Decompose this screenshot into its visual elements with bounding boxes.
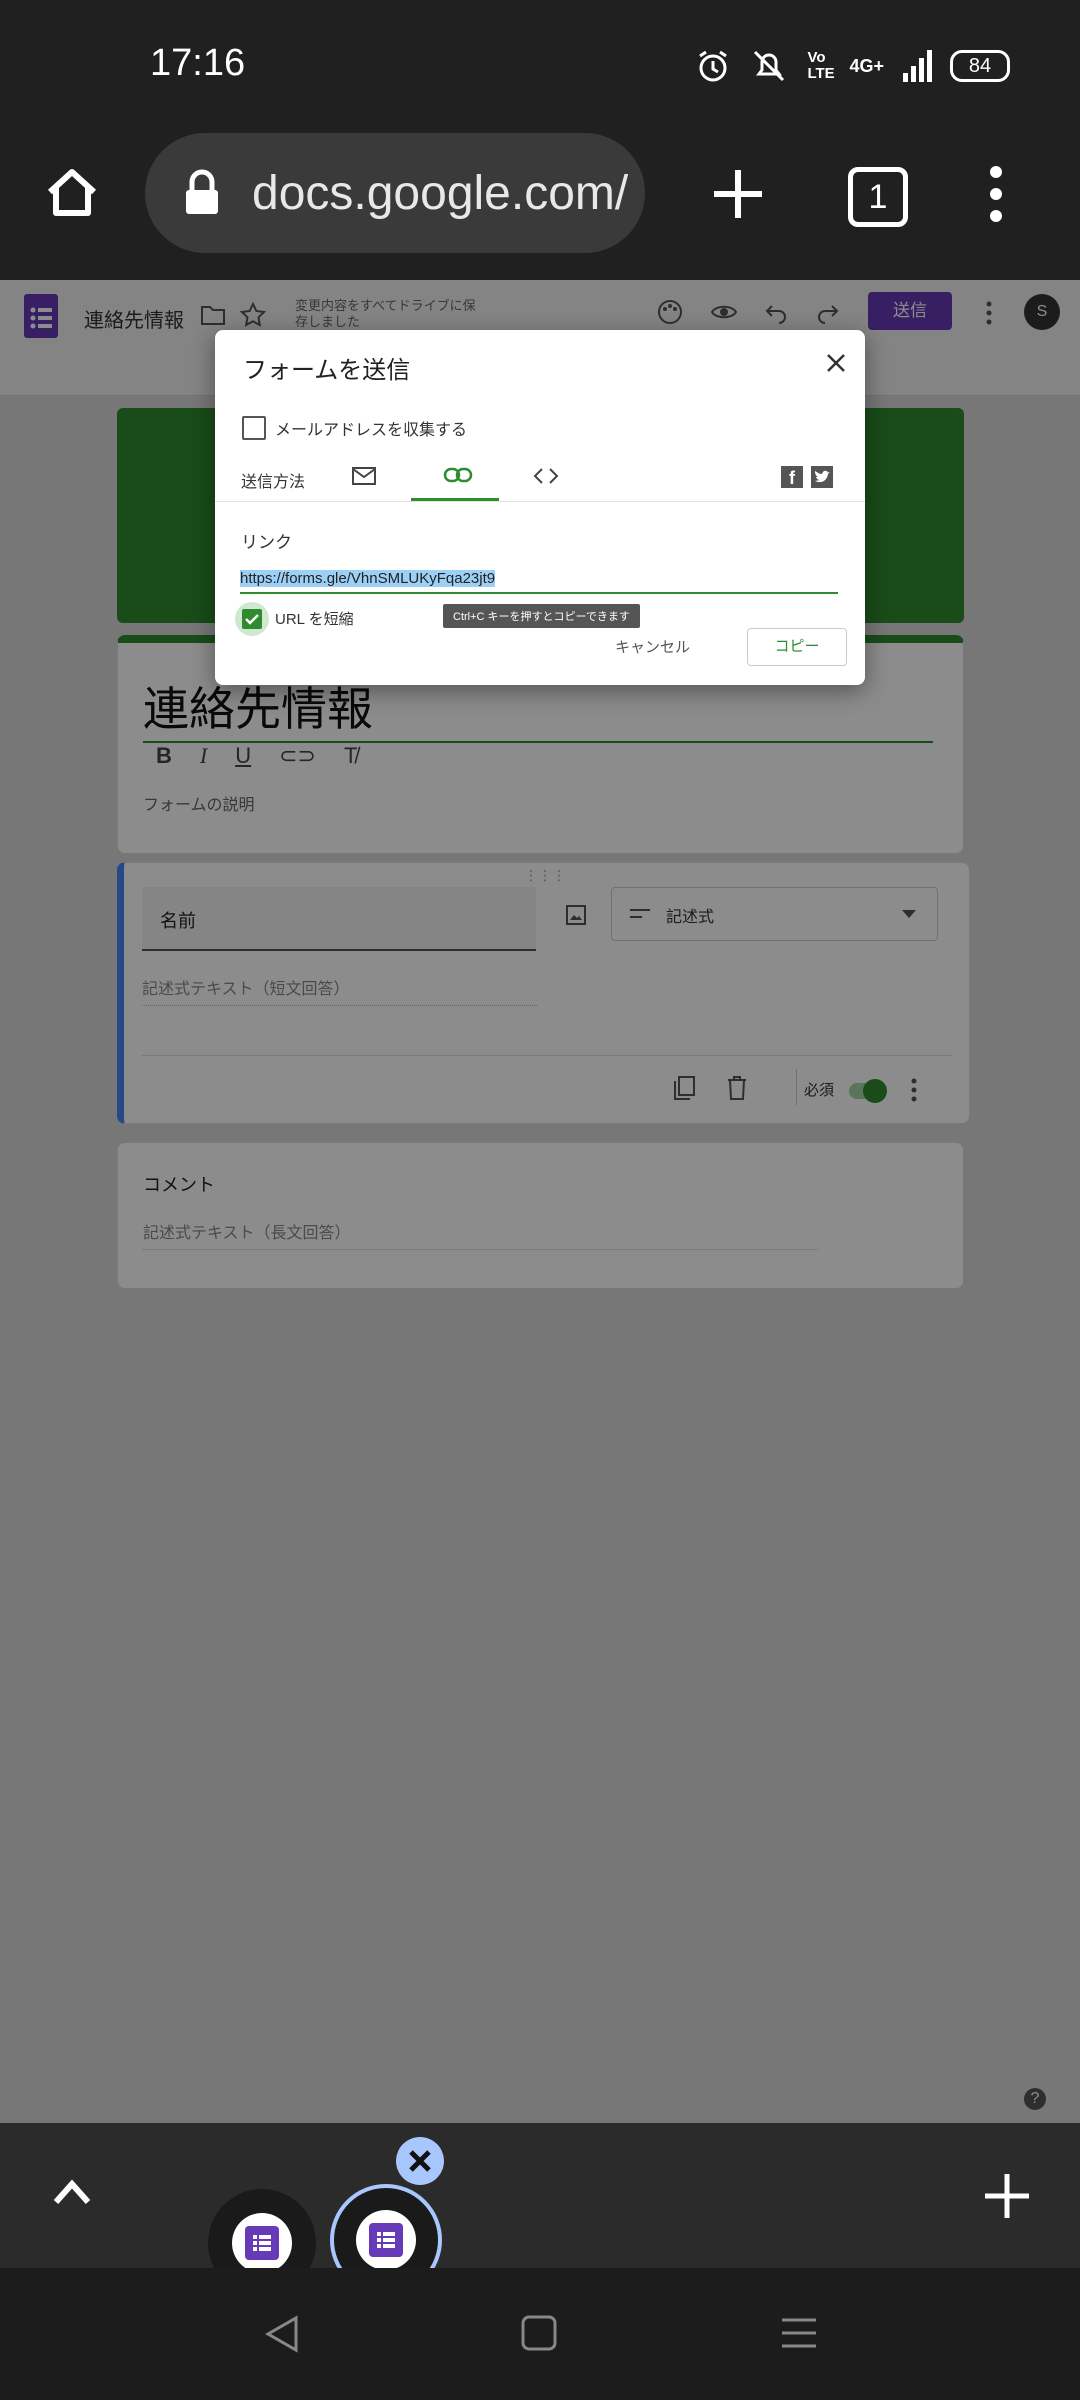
check-icon	[245, 614, 259, 625]
signal-icon	[903, 50, 932, 82]
battery-icon: 84	[950, 50, 1010, 82]
embed-tab-icon[interactable]	[533, 466, 559, 486]
shorten-checkbox-ripple	[235, 602, 269, 636]
divider	[215, 501, 865, 502]
shorten-url-checkbox[interactable]	[242, 609, 262, 629]
forms-logo-icon	[369, 2223, 403, 2257]
add-tab-icon[interactable]	[982, 2171, 1032, 2221]
link-tab-icon[interactable]	[443, 466, 473, 484]
tab-switcher-button[interactable]: 1	[848, 167, 908, 227]
forms-favicon	[232, 2213, 292, 2273]
mute-notifications-icon	[754, 50, 785, 82]
alarm-icon	[699, 50, 728, 82]
link-heading: リンク	[241, 533, 292, 552]
close-icon	[409, 2150, 431, 2172]
volte-icon: Vo LTE	[807, 49, 835, 82]
link-url-text: https://forms.gle/VhnSMLUKyFqa23jt9	[240, 570, 496, 587]
send-form-dialog: フォームを送信 メールアドレスを収集する 送信方法 f リンク https://…	[215, 330, 865, 685]
lock-icon	[186, 169, 218, 214]
link-url-field[interactable]: https://forms.gle/VhnSMLUKyFqa23jt9	[240, 570, 838, 594]
copy-button[interactable]: コピー	[747, 628, 847, 666]
status-bar: 17:16 Vo LTE 4G+ 84	[0, 0, 1080, 125]
copy-tooltip: Ctrl+C キーを押すとコピーできます	[443, 604, 640, 628]
clock: 17:16	[150, 42, 246, 84]
new-tab-icon[interactable]	[710, 166, 766, 222]
forms-logo-icon	[245, 2226, 279, 2260]
back-icon[interactable]	[262, 2314, 302, 2354]
chevron-up-icon[interactable]	[52, 2178, 92, 2206]
network-type: 4G+	[849, 55, 884, 76]
status-icons: Vo LTE 4G+ 84	[695, 48, 1010, 84]
collect-email-label[interactable]: メールアドレスを収集する	[275, 416, 467, 440]
url-text[interactable]: docs.google.com/	[252, 166, 632, 221]
close-tab-button[interactable]	[396, 2137, 444, 2185]
dialog-title: フォームを送信	[243, 357, 411, 384]
email-tab-icon[interactable]	[351, 466, 377, 486]
recents-icon[interactable]	[780, 2314, 818, 2352]
home-icon[interactable]	[42, 162, 102, 222]
collect-email-checkbox[interactable]	[242, 416, 266, 440]
cancel-button[interactable]: キャンセル	[615, 636, 690, 657]
send-via-label: 送信方法	[241, 474, 306, 491]
tab-strip	[0, 2123, 1080, 2297]
twitter-icon[interactable]	[811, 466, 833, 488]
forms-favicon	[356, 2210, 416, 2270]
close-icon[interactable]	[825, 352, 847, 374]
shorten-url-label[interactable]: URL を短縮	[275, 608, 354, 629]
home-nav-icon[interactable]	[520, 2314, 558, 2352]
more-menu-icon[interactable]	[982, 164, 1010, 224]
system-nav-bar	[0, 2268, 1080, 2400]
facebook-icon[interactable]: f	[781, 466, 803, 488]
